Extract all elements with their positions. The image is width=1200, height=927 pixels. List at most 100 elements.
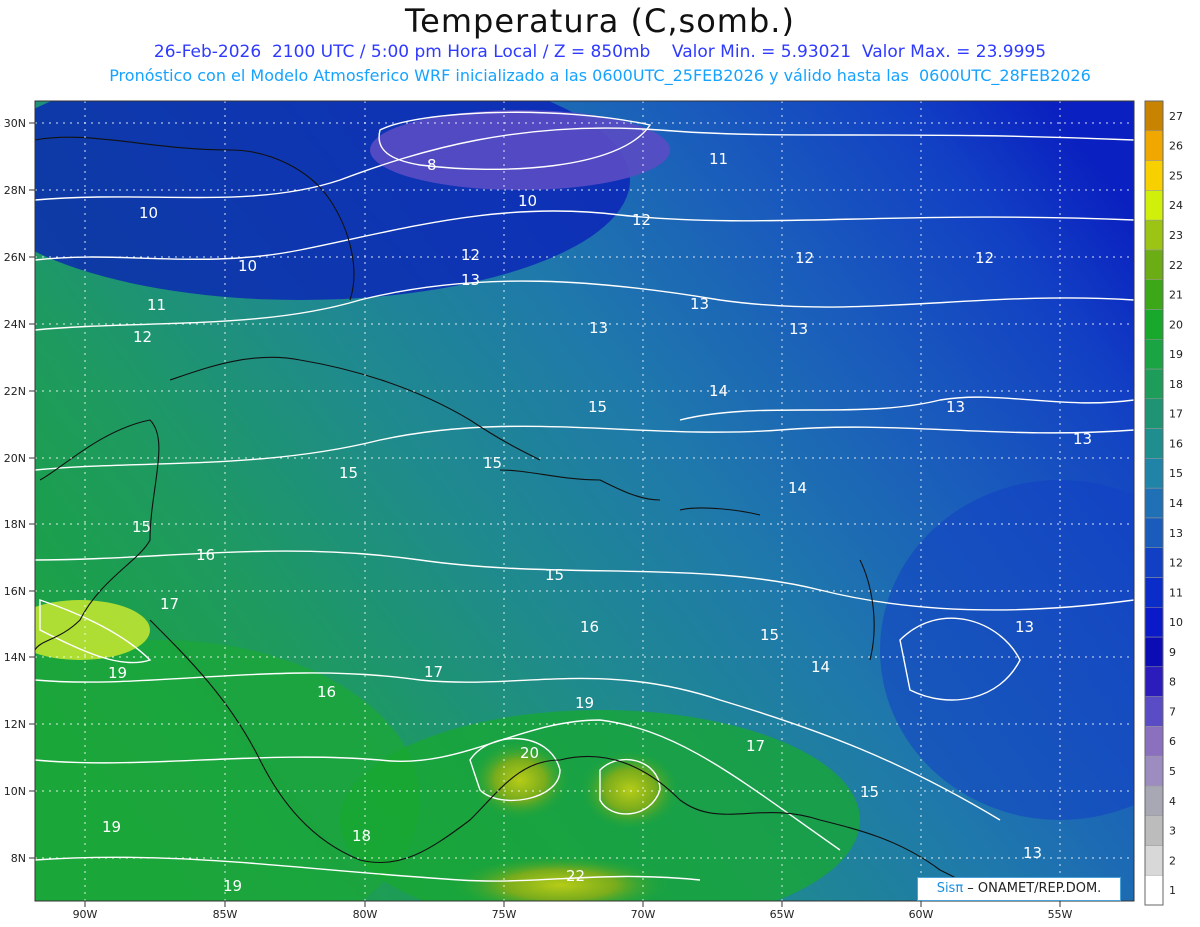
contour-label: 10 xyxy=(139,204,158,222)
map-canvas: 8 10 10 10 11 11 12 12 12 12 13 13 13 13… xyxy=(4,100,1183,921)
colorbar-label: 13 xyxy=(1169,527,1183,540)
credit-brand: Sisπ xyxy=(936,881,964,896)
lat-label: 30N xyxy=(4,117,26,130)
colorbar: 1234567891011121314151617181920212223242… xyxy=(1144,100,1183,906)
colorbar-swatch xyxy=(1144,845,1164,876)
colorbar-swatch xyxy=(1144,636,1164,668)
contour-label: 19 xyxy=(223,877,242,895)
colorbar-swatch xyxy=(1144,606,1164,638)
contour-label: 17 xyxy=(424,663,443,681)
contour-label: 15 xyxy=(860,783,879,801)
colorbar-swatch xyxy=(1144,190,1164,221)
colorbar-label: 26 xyxy=(1169,140,1183,153)
colorbar-label: 16 xyxy=(1169,437,1183,450)
contour-label: 12 xyxy=(461,246,480,264)
colorbar-swatch xyxy=(1144,487,1164,519)
lat-label: 8N xyxy=(11,852,26,865)
colorbar-swatch xyxy=(1144,309,1164,340)
contour-label: 13 xyxy=(589,319,608,337)
lon-ticks xyxy=(84,901,1061,907)
colorbar-swatch xyxy=(1144,547,1164,578)
contour-label: 19 xyxy=(102,818,121,836)
lat-label: 24N xyxy=(4,318,26,331)
colorbar-swatch xyxy=(1144,726,1164,757)
lat-label: 14N xyxy=(4,651,26,664)
lat-label: 12N xyxy=(4,718,26,731)
colorbar-swatch xyxy=(1144,338,1164,370)
colorbar-label: 6 xyxy=(1169,735,1176,748)
lon-label: 65W xyxy=(770,908,795,921)
contour-label: 12 xyxy=(795,249,814,267)
colorbar-swatch xyxy=(1144,279,1164,310)
contour-label: 14 xyxy=(788,479,807,497)
colorbar-label: 19 xyxy=(1169,348,1183,361)
contour-label: 19 xyxy=(575,694,594,712)
colorbar-swatch xyxy=(1144,458,1164,489)
contour-label: 12 xyxy=(975,249,994,267)
contour-label: 18 xyxy=(352,827,371,845)
colorbar-swatch xyxy=(1144,815,1164,846)
colorbar-swatch xyxy=(1144,785,1164,816)
colorbar-label: 20 xyxy=(1169,318,1183,331)
contour-label: 13 xyxy=(946,398,965,416)
colorbar-label: 14 xyxy=(1169,497,1183,510)
contour-label: 13 xyxy=(1015,618,1034,636)
lon-label: 70W xyxy=(631,908,656,921)
latitude-axis: 30N 28N 26N 24N 22N 20N 18N 16N 14N 12N … xyxy=(4,117,26,865)
contour-label: 17 xyxy=(160,595,179,613)
colorbar-swatch xyxy=(1144,368,1164,400)
colorbar-swatch xyxy=(1144,130,1164,161)
lon-label: 55W xyxy=(1048,908,1073,921)
contour-label: 15 xyxy=(483,454,502,472)
colorbar-swatch xyxy=(1144,755,1164,787)
lon-label: 85W xyxy=(213,908,238,921)
contour-label: 15 xyxy=(339,464,358,482)
lat-label: 20N xyxy=(4,452,26,465)
contour-label: 13 xyxy=(461,271,480,289)
contour-label: 15 xyxy=(588,398,607,416)
lat-label: 10N xyxy=(4,785,26,798)
contour-label: 13 xyxy=(690,295,709,313)
contour-label: 12 xyxy=(133,328,152,346)
lon-label: 60W xyxy=(909,908,934,921)
contour-label: 10 xyxy=(518,192,537,210)
contour-label: 15 xyxy=(760,626,779,644)
lon-label: 75W xyxy=(492,908,517,921)
lon-label: 80W xyxy=(353,908,378,921)
colorbar-swatch xyxy=(1144,398,1164,429)
colorbar-label: 7 xyxy=(1169,705,1176,718)
contour-label: 13 xyxy=(1023,844,1042,862)
colorbar-label: 15 xyxy=(1169,467,1183,480)
colorbar-label: 4 xyxy=(1169,795,1176,808)
contour-label: 16 xyxy=(317,683,336,701)
contour-label: 22 xyxy=(566,867,585,885)
colorbar-label: 18 xyxy=(1169,378,1183,391)
colorbar-swatch xyxy=(1144,100,1164,132)
contour-label: 13 xyxy=(789,320,808,338)
contour-label: 11 xyxy=(147,296,166,314)
contour-label: 14 xyxy=(709,382,728,400)
colorbar-label: 17 xyxy=(1169,408,1183,421)
colorbar-label: 22 xyxy=(1169,259,1183,272)
credit-box: Sisπ – ONAMET/REP.DOM. xyxy=(917,877,1121,901)
contour-label: 17 xyxy=(746,737,765,755)
colorbar-label: 24 xyxy=(1169,199,1183,212)
contour-label: 16 xyxy=(580,618,599,636)
contour-label: 11 xyxy=(709,150,728,168)
longitude-axis: 90W 85W 80W 75W 70W 65W 60W 55W xyxy=(73,908,1073,921)
colorbar-label: 1 xyxy=(1169,884,1176,897)
lat-label: 28N xyxy=(4,184,26,197)
contour-label: 15 xyxy=(545,566,564,584)
colorbar-label: 11 xyxy=(1169,586,1183,599)
contour-label: 15 xyxy=(132,518,151,536)
temperature-field: 8 10 10 10 11 11 12 12 12 12 13 13 13 13… xyxy=(35,101,1134,901)
contour-label: 13 xyxy=(1073,430,1092,448)
lat-ticks xyxy=(29,122,35,859)
colorbar-swatch xyxy=(1144,517,1164,548)
colorbar-label: 2 xyxy=(1169,854,1176,867)
contour-label: 8 xyxy=(427,156,437,174)
colorbar-label: 21 xyxy=(1169,289,1183,302)
colorbar-swatch xyxy=(1144,219,1164,251)
colorbar-label: 27 xyxy=(1169,110,1183,123)
contour-label: 16 xyxy=(196,546,215,564)
